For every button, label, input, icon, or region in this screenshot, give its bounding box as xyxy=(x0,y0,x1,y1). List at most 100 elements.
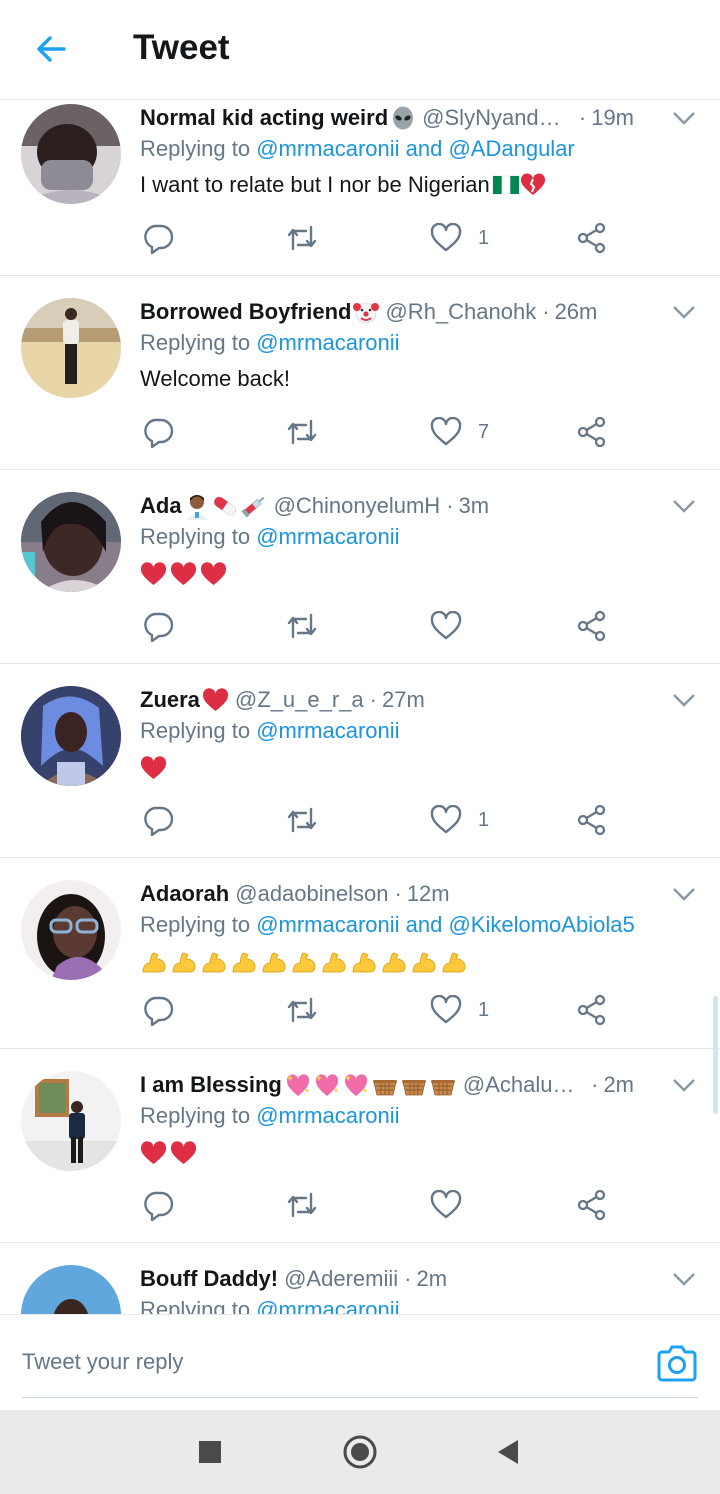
retweet-button[interactable] xyxy=(285,990,319,1030)
mention-link[interactable]: @mrmacaronii xyxy=(256,524,399,549)
scrollbar[interactable] xyxy=(713,996,718,1114)
user-handle[interactable]: @Rh_Chanohk xyxy=(385,299,536,325)
chevron-down-icon[interactable] xyxy=(670,301,698,323)
avatar[interactable] xyxy=(21,492,121,592)
flexed-biceps-icon xyxy=(202,952,226,973)
user-handle[interactable]: @SlyNyande… xyxy=(422,105,573,131)
retweet-button[interactable] xyxy=(285,218,319,258)
display-name[interactable]: I am Blessing xyxy=(140,1072,282,1098)
like-button[interactable]: 1 xyxy=(430,990,489,1030)
retweet-button[interactable] xyxy=(285,1185,319,1225)
share-button[interactable] xyxy=(576,1185,608,1225)
separator-dot: · xyxy=(394,881,402,906)
tweet[interactable]: Adaorah @adaobinelson · 12m Replying to … xyxy=(0,858,720,1049)
tweet-text: Welcome back! xyxy=(140,366,290,391)
like-button[interactable]: 1 xyxy=(430,218,489,258)
user-handle[interactable]: @adaobinelson xyxy=(235,881,388,907)
name-emoji xyxy=(184,492,268,520)
retweet-icon xyxy=(287,419,317,445)
mention-link[interactable]: @mrmacaronii and @ADangular xyxy=(256,136,575,161)
display-name[interactable]: Normal kid acting weird xyxy=(140,105,388,131)
tweet-header: I am Blessing @AchalugoB · 2m xyxy=(140,1068,634,1102)
separator-dot: · xyxy=(404,1266,412,1291)
retweet-icon xyxy=(287,807,317,833)
display-name[interactable]: Bouff Daddy! xyxy=(140,1266,278,1292)
camera-icon[interactable] xyxy=(655,1341,699,1385)
like-count: 1 xyxy=(478,998,490,1021)
share-button[interactable] xyxy=(576,412,608,452)
replying-to: Replying to @mrmacaronii xyxy=(140,718,400,743)
tweet[interactable]: Borrowed Boyfriend @Rh_Chanohk · 26m Rep… xyxy=(0,276,720,470)
name-emoji xyxy=(390,105,416,131)
reply-button[interactable] xyxy=(142,606,174,646)
back-button[interactable] xyxy=(28,26,74,72)
retweet-button[interactable] xyxy=(285,412,319,452)
avatar[interactable] xyxy=(21,1265,121,1314)
avatar[interactable] xyxy=(21,686,121,786)
tweet[interactable]: I am Blessing @AchalugoB · 2m Replying t… xyxy=(0,1049,720,1243)
reply-button[interactable] xyxy=(142,412,174,452)
avatar[interactable] xyxy=(21,1071,121,1171)
red-heart-icon xyxy=(140,1141,167,1164)
reply-feed[interactable]: Normal kid acting weird @SlyNyande… · 19… xyxy=(0,100,720,1314)
chevron-down-icon[interactable] xyxy=(670,1268,698,1290)
display-name[interactable]: Zuera xyxy=(140,687,200,713)
chevron-down-icon[interactable] xyxy=(670,107,698,129)
share-button[interactable] xyxy=(576,800,608,840)
avatar[interactable] xyxy=(21,298,121,398)
chevron-down-icon[interactable] xyxy=(670,495,698,517)
mention-link[interactable]: @mrmacaronii and @KikelomoAbiola5 xyxy=(256,912,635,937)
retweet-button[interactable] xyxy=(285,800,319,840)
display-name[interactable]: Ada xyxy=(140,493,182,519)
user-handle[interactable]: @AchalugoB xyxy=(463,1072,585,1098)
mention-link[interactable]: @mrmacaronii xyxy=(256,1103,399,1128)
mention-link[interactable]: @mrmacaronii xyxy=(256,330,399,355)
like-count: 1 xyxy=(478,808,490,831)
reply-icon xyxy=(144,224,174,254)
like-button[interactable] xyxy=(430,1185,478,1225)
tweet[interactable]: Normal kid acting weird @SlyNyande… · 19… xyxy=(0,100,720,276)
reply-icon xyxy=(144,1191,174,1221)
share-button[interactable] xyxy=(576,990,608,1030)
mention-link[interactable]: @mrmacaronii xyxy=(256,1297,399,1314)
reply-button[interactable] xyxy=(142,990,174,1030)
chevron-down-icon[interactable] xyxy=(670,1074,698,1096)
recents-button[interactable] xyxy=(190,1432,230,1472)
retweet-button[interactable] xyxy=(285,606,319,646)
clown-emoji-icon xyxy=(353,302,380,324)
reply-button[interactable] xyxy=(142,1185,174,1225)
reply-input[interactable]: Tweet your reply xyxy=(22,1349,622,1375)
reply-button[interactable] xyxy=(142,218,174,258)
share-button[interactable] xyxy=(576,218,608,258)
share-button[interactable] xyxy=(576,606,608,646)
broken-heart-icon xyxy=(520,173,545,195)
display-name[interactable]: Adaorah xyxy=(140,881,229,907)
name-emoji xyxy=(284,1072,457,1098)
chevron-down-icon[interactable] xyxy=(670,883,698,905)
input-underline xyxy=(22,1397,698,1398)
like-button[interactable] xyxy=(430,606,478,646)
reply-button[interactable] xyxy=(142,800,174,840)
user-handle[interactable]: @ChinonyelumH xyxy=(274,493,441,519)
home-button[interactable] xyxy=(340,1432,380,1472)
like-button[interactable]: 1 xyxy=(430,800,489,840)
tweet[interactable]: Bouff Daddy! @Aderemiii · 2m Replying to… xyxy=(0,1243,720,1314)
tweet-header: Ada @ChinonyelumH · 3m xyxy=(140,489,634,523)
replying-to: Replying to @mrmacaronii xyxy=(140,1103,400,1128)
avatar[interactable] xyxy=(21,104,121,204)
chevron-down-icon[interactable] xyxy=(670,689,698,711)
user-handle[interactable]: @Z_u_e_r_a xyxy=(235,687,364,713)
user-handle[interactable]: @Aderemiii xyxy=(284,1266,398,1292)
display-name[interactable]: Borrowed Boyfriend xyxy=(140,299,351,325)
like-button[interactable]: 7 xyxy=(430,412,489,452)
tweet[interactable]: Zuera @Z_u_e_r_a · 27m Replying to @mrma… xyxy=(0,664,720,858)
share-icon xyxy=(577,610,606,642)
mention-link[interactable]: @mrmacaronii xyxy=(256,718,399,743)
avatar[interactable] xyxy=(21,880,121,980)
basket-icon xyxy=(372,1080,397,1096)
tweet[interactable]: Ada @ChinonyelumH · 3m Replying to @mrma… xyxy=(0,470,720,664)
red-heart-icon xyxy=(140,756,167,779)
back-nav-button[interactable] xyxy=(488,1432,528,1472)
timestamp: 26m xyxy=(554,299,598,324)
retweet-icon xyxy=(287,1192,317,1218)
